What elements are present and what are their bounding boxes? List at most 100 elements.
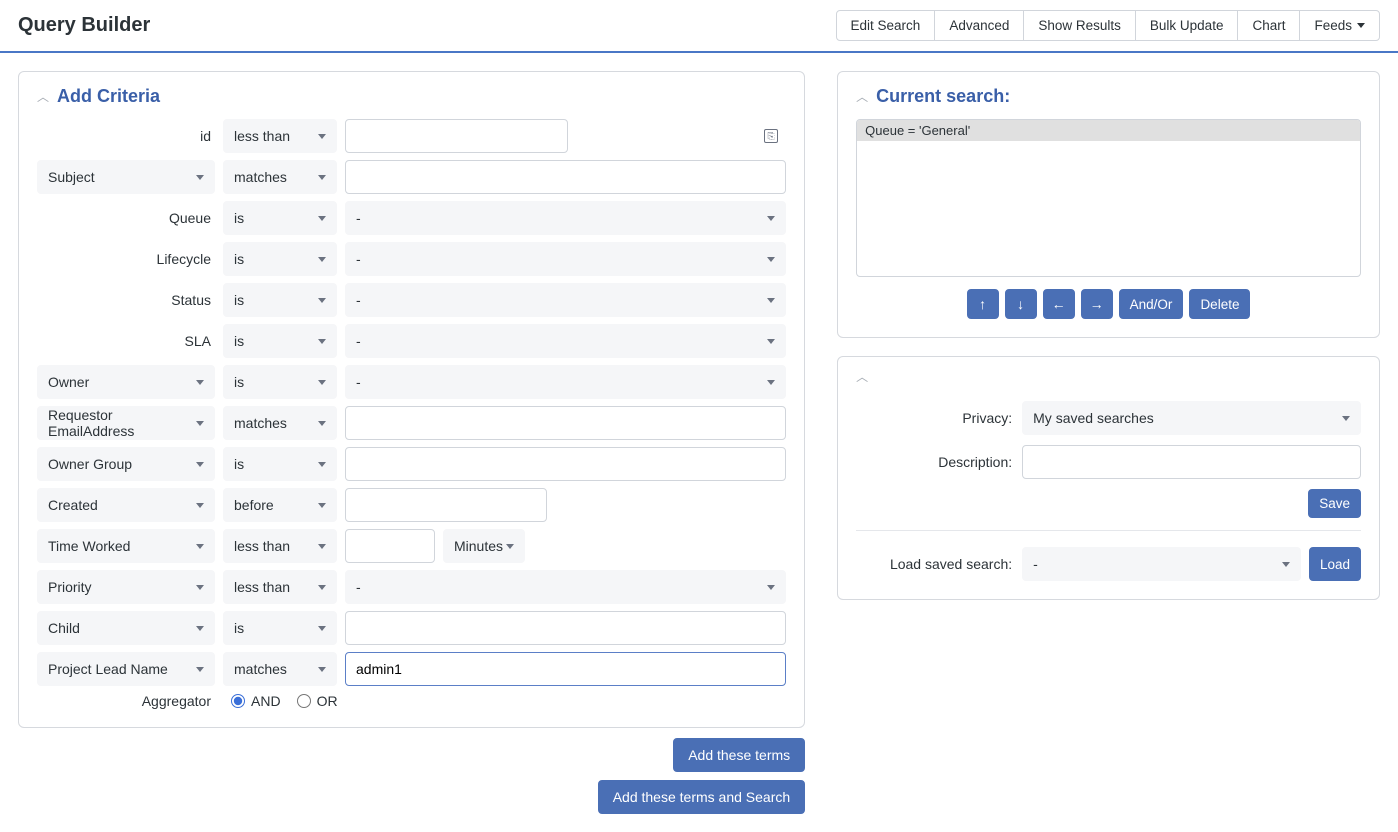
projectlead-input[interactable]	[345, 652, 786, 686]
queue-value-select[interactable]: -	[345, 201, 786, 235]
criteria-row-requestor: Requestor EmailAddress matches	[37, 406, 786, 440]
add-terms-search-button[interactable]: Add these terms and Search	[598, 780, 805, 814]
child-op-select[interactable]: is	[223, 611, 337, 645]
collapse-icon[interactable]: ︿	[856, 91, 868, 103]
privacy-select[interactable]: My saved searches	[1022, 401, 1361, 435]
criteria-row-sla: SLA is -	[37, 324, 786, 358]
requestor-input[interactable]	[345, 406, 786, 440]
child-field-select[interactable]: Child	[37, 611, 215, 645]
save-button[interactable]: Save	[1308, 489, 1361, 518]
page-header: Query Builder Edit Search Advanced Show …	[0, 0, 1398, 53]
criteria-row-ownergrp: Owner Group is	[37, 447, 786, 481]
current-search-panel: ︿ Current search: Queue = 'General' ↑ ↓ …	[837, 71, 1380, 338]
edit-search-button[interactable]: Edit Search	[836, 10, 936, 41]
current-search-title: Current search:	[876, 86, 1010, 107]
aggregator-and-option[interactable]: AND	[231, 693, 281, 709]
criteria-row-priority: Priority less than -	[37, 570, 786, 604]
created-op-select[interactable]: before	[223, 488, 337, 522]
page-title: Query Builder	[18, 14, 150, 37]
sla-value-select[interactable]: -	[345, 324, 786, 358]
timeworked-field-select[interactable]: Time Worked	[37, 529, 215, 563]
feeds-button[interactable]: Feeds	[1299, 10, 1380, 41]
status-label: Status	[171, 292, 215, 308]
projectlead-field-select[interactable]: Project Lead Name	[37, 652, 215, 686]
id-input[interactable]	[345, 119, 568, 153]
delete-button[interactable]: Delete	[1189, 289, 1250, 319]
top-toolbar: Edit Search Advanced Show Results Bulk U…	[837, 10, 1380, 41]
aggregator-and-radio[interactable]	[231, 694, 245, 708]
owner-op-select[interactable]: is	[223, 365, 337, 399]
ownergrp-input[interactable]	[345, 447, 786, 481]
add-terms-button[interactable]: Add these terms	[673, 738, 805, 772]
status-value-select[interactable]: -	[345, 283, 786, 317]
ownergrp-field-select[interactable]: Owner Group	[37, 447, 215, 481]
arrow-right-icon: →	[1090, 296, 1104, 312]
timeworked-op-select[interactable]: less than	[223, 529, 337, 563]
priority-op-select[interactable]: less than	[223, 570, 337, 604]
child-input[interactable]	[345, 611, 786, 645]
move-left-button[interactable]: ←	[1043, 289, 1075, 319]
chevron-down-icon	[1357, 23, 1365, 28]
arrow-left-icon: ←	[1052, 296, 1066, 312]
andor-button[interactable]: And/Or	[1119, 289, 1184, 319]
requestor-field-select[interactable]: Requestor EmailAddress	[37, 406, 215, 440]
id-label: id	[200, 128, 215, 144]
description-row: Description:	[856, 445, 1361, 479]
subject-op-select[interactable]: matches	[223, 160, 337, 194]
divider	[856, 530, 1361, 531]
load-select[interactable]: -	[1022, 547, 1301, 581]
move-down-button[interactable]: ↓	[1005, 289, 1037, 319]
status-op-select[interactable]: is	[223, 283, 337, 317]
aggregator-row: Aggregator AND OR	[37, 693, 786, 709]
description-input[interactable]	[1022, 445, 1361, 479]
criteria-row-owner: Owner is -	[37, 365, 786, 399]
aggregator-or-radio[interactable]	[297, 694, 311, 708]
advanced-button[interactable]: Advanced	[934, 10, 1024, 41]
move-up-button[interactable]: ↑	[967, 289, 999, 319]
collapse-icon[interactable]: ︿	[856, 371, 868, 383]
lifecycle-label: Lifecycle	[157, 251, 215, 267]
criteria-row-timeworked: Time Worked less than Minutes	[37, 529, 786, 563]
timeworked-input[interactable]	[345, 529, 435, 563]
criteria-row-lifecycle: Lifecycle is -	[37, 242, 786, 276]
queue-op-select[interactable]: is	[223, 201, 337, 235]
criteria-row-status: Status is -	[37, 283, 786, 317]
show-results-button[interactable]: Show Results	[1023, 10, 1136, 41]
contacts-icon[interactable]: ⎘	[764, 129, 778, 143]
ownergrp-op-select[interactable]: is	[223, 447, 337, 481]
collapse-icon[interactable]: ︿	[37, 91, 49, 103]
load-button[interactable]: Load	[1309, 547, 1361, 581]
arrow-up-icon: ↑	[979, 296, 986, 312]
created-input[interactable]	[345, 488, 547, 522]
search-line[interactable]: Queue = 'General'	[857, 120, 1360, 141]
priority-value-select[interactable]: -	[345, 570, 786, 604]
bulk-update-button[interactable]: Bulk Update	[1135, 10, 1239, 41]
subject-field-select[interactable]: Subject	[37, 160, 215, 194]
lifecycle-op-select[interactable]: is	[223, 242, 337, 276]
requestor-op-select[interactable]: matches	[223, 406, 337, 440]
sla-label: SLA	[185, 333, 215, 349]
subject-input[interactable]	[345, 160, 786, 194]
lifecycle-value-select[interactable]: -	[345, 242, 786, 276]
owner-field-select[interactable]: Owner	[37, 365, 215, 399]
projectlead-op-select[interactable]: matches	[223, 652, 337, 686]
criteria-row-queue: Queue is -	[37, 201, 786, 235]
created-field-select[interactable]: Created	[37, 488, 215, 522]
description-label: Description:	[856, 454, 1012, 470]
arrow-down-icon: ↓	[1017, 296, 1024, 312]
sla-op-select[interactable]: is	[223, 324, 337, 358]
move-right-button[interactable]: →	[1081, 289, 1113, 319]
aggregator-or-option[interactable]: OR	[297, 693, 338, 709]
timeworked-unit-select[interactable]: Minutes	[443, 529, 525, 563]
aggregator-and-text: AND	[251, 693, 281, 709]
priority-field-select[interactable]: Priority	[37, 570, 215, 604]
criteria-row-subject: Subject matches	[37, 160, 786, 194]
criteria-row-id: id less than ⎘	[37, 119, 786, 153]
current-search-box[interactable]: Queue = 'General'	[856, 119, 1361, 277]
feeds-label: Feeds	[1314, 18, 1352, 33]
owner-value-select[interactable]: -	[345, 365, 786, 399]
load-label: Load saved search:	[856, 556, 1012, 572]
aggregator-or-text: OR	[317, 693, 338, 709]
id-op-select[interactable]: less than	[223, 119, 337, 153]
chart-button[interactable]: Chart	[1237, 10, 1300, 41]
